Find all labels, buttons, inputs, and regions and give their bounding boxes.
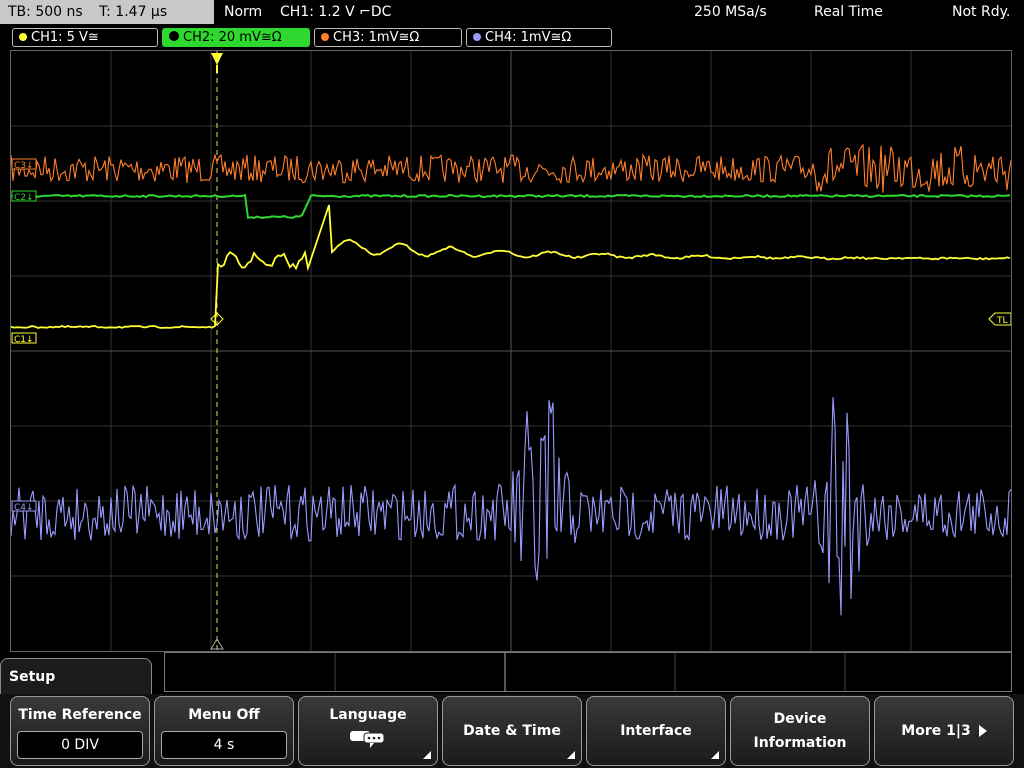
- trigger-time-value: T: 1.47 µs: [99, 4, 168, 20]
- language-label: Language: [329, 707, 407, 723]
- status-bar: TB: 500 ns T: 1.47 µs Norm CH1: 1.2 V ⌐D…: [0, 0, 1024, 24]
- time-reference-softkey[interactable]: Time Reference 0 DIV: [10, 696, 150, 766]
- ch3-offset-marker: C3↓: [14, 161, 34, 171]
- menu-off-softkey[interactable]: Menu Off 4 s: [154, 696, 294, 766]
- channel-bar: CH1: 5 V≅ CH2: 20 mV≅Ω CH3: 1mV≅Ω CH4: 1…: [0, 26, 1024, 48]
- timebase-box[interactable]: TB: 500 ns T: 1.47 µs: [0, 0, 214, 24]
- interface-softkey[interactable]: Interface: [586, 696, 726, 766]
- trigger-source[interactable]: CH1: 1.2 V ⌐DC: [280, 0, 391, 24]
- channel-3-dot-icon: [321, 33, 329, 41]
- acquisition-mode: Real Time: [814, 4, 883, 20]
- device-information-label-2: Information: [753, 735, 847, 751]
- submenu-indicator-icon: [423, 751, 431, 759]
- channel-3-label: CH3: 1mV≅Ω: [333, 30, 420, 45]
- menu-off-label: Menu Off: [188, 707, 260, 723]
- channel-1-label: CH1: 5 V≅: [31, 30, 99, 45]
- channel-2-label: CH2: 20 mV≅Ω: [183, 30, 282, 45]
- interface-label: Interface: [620, 723, 692, 739]
- submenu-indicator-icon: [711, 751, 719, 759]
- more-label: More 1|3: [901, 723, 971, 739]
- trigger-level-marker: TL: [996, 316, 1008, 326]
- more-softkey[interactable]: More 1|3: [874, 696, 1014, 766]
- date-time-softkey[interactable]: Date & Time: [442, 696, 582, 766]
- channel-4-button[interactable]: CH4: 1mV≅Ω: [466, 28, 612, 47]
- trigger-position-icon: [211, 53, 223, 65]
- arrow-right-icon: [978, 725, 987, 737]
- device-information-label-1: Device: [773, 711, 827, 727]
- graticule: [11, 51, 1011, 651]
- channel-1-dot-icon: [19, 33, 27, 41]
- softkey-bar: Time Reference 0 DIV Menu Off 4 s Langua…: [0, 694, 1024, 768]
- horizontal-scale-strip: [164, 652, 1012, 692]
- sample-rate: 250 MSa/s: [694, 4, 767, 20]
- channel-3-button[interactable]: CH3: 1mV≅Ω: [314, 28, 462, 47]
- ch4-offset-marker: C4↓: [14, 503, 34, 513]
- time-reference-value: 0 DIV: [17, 731, 143, 759]
- ch1-offset-marker: C1↓: [14, 335, 34, 345]
- ch2-offset-marker: C2↓: [14, 193, 34, 203]
- acquisition-status: Not Rdy.: [952, 4, 1011, 20]
- language-softkey[interactable]: Language: [298, 696, 438, 766]
- menu-off-value: 4 s: [161, 731, 287, 759]
- device-information-softkey[interactable]: Device Information: [730, 696, 870, 766]
- setup-title-text: Setup: [9, 669, 56, 685]
- channel-2-dot-icon: [169, 31, 179, 41]
- timebase-value: TB: 500 ns: [8, 4, 83, 20]
- trigger-mode[interactable]: Norm: [224, 0, 262, 24]
- trigger-position-label: T: [213, 66, 214, 68]
- channel-1-button[interactable]: CH1: 5 V≅: [12, 28, 158, 47]
- channel-4-label: CH4: 1mV≅Ω: [485, 30, 572, 45]
- speech-bubble-icon: [350, 731, 385, 748]
- setup-menu-title: Setup: [0, 658, 152, 698]
- date-time-label: Date & Time: [463, 723, 561, 739]
- waveform-canvas: T C3↓ C2↓ C1↓ C4↓ TL: [11, 51, 1011, 651]
- time-reference-label: Time Reference: [18, 707, 142, 723]
- waveform-display[interactable]: T C3↓ C2↓ C1↓ C4↓ TL: [10, 50, 1012, 652]
- channel-4-dot-icon: [473, 33, 481, 41]
- submenu-indicator-icon: [567, 751, 575, 759]
- channel-2-button[interactable]: CH2: 20 mV≅Ω: [162, 28, 310, 47]
